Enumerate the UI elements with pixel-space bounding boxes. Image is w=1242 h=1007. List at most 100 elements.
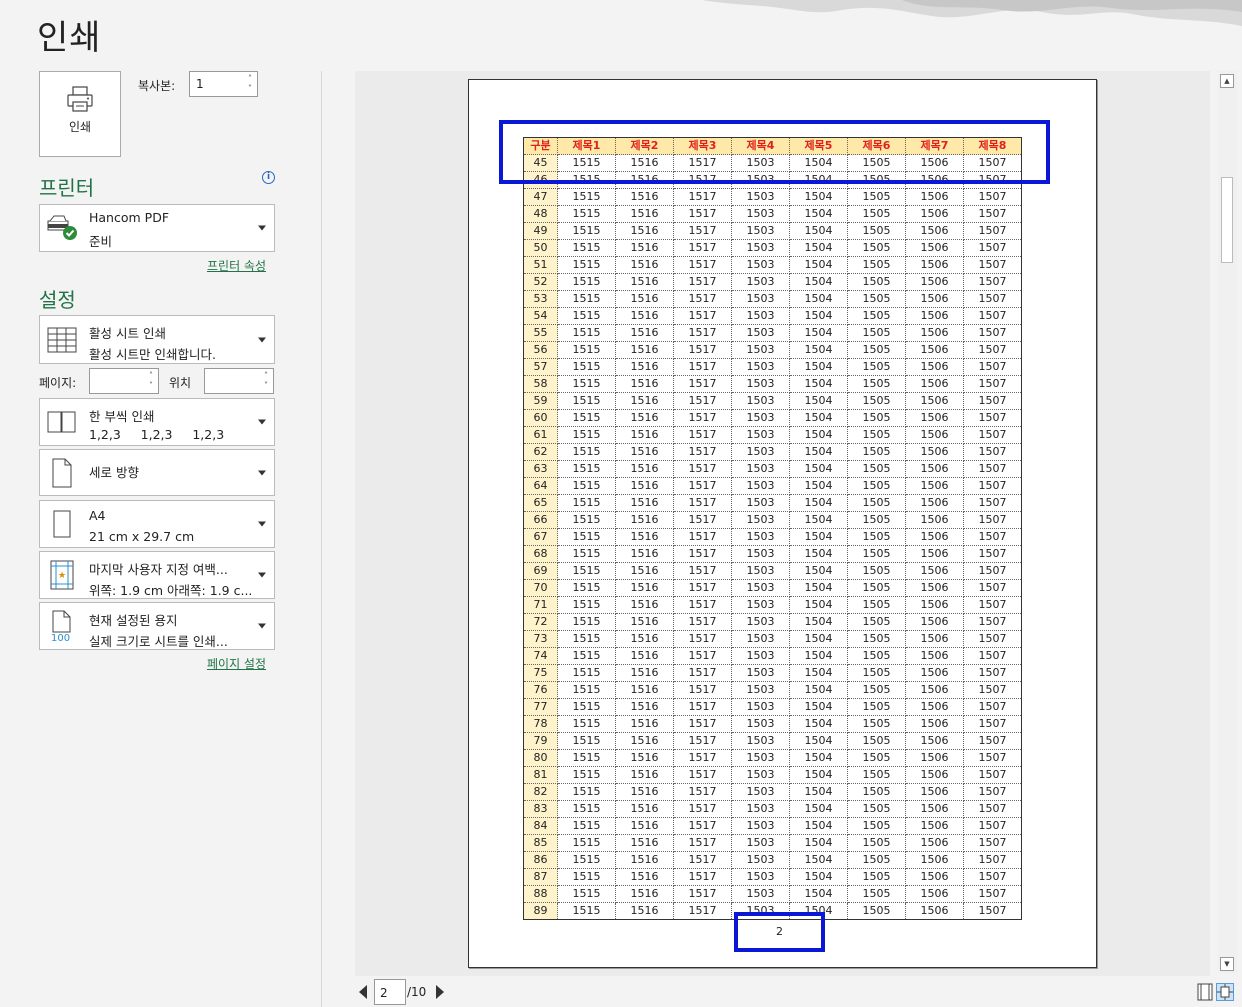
value-cell: 1505: [847, 868, 906, 886]
value-cell: 1504: [789, 307, 848, 325]
value-cell: 1517: [673, 902, 732, 920]
printer-properties-link[interactable]: 프린터 속성: [207, 257, 266, 274]
value-cell: 1503: [731, 188, 790, 206]
value-cell: 1517: [673, 715, 732, 733]
value-cell: 1504: [789, 698, 848, 716]
current-page-input[interactable]: 2: [374, 979, 406, 1005]
row-label-cell: 68: [523, 545, 558, 563]
value-cell: 1504: [789, 324, 848, 342]
value-cell: 1515: [557, 528, 616, 546]
value-cell: 1505: [847, 766, 906, 784]
row-label-cell: 74: [523, 647, 558, 665]
value-cell: 1516: [615, 766, 674, 784]
value-cell: 1504: [789, 222, 848, 240]
value-cell: 1507: [963, 358, 1022, 376]
value-cell: 1503: [731, 817, 790, 835]
paper-size-dropdown[interactable]: A4 21 cm x 29.7 cm: [39, 500, 275, 548]
value-cell: 1504: [789, 341, 848, 359]
collation-dropdown[interactable]: 한 부씩 인쇄 1,2,3 1,2,3 1,2,3: [39, 398, 275, 446]
row-label-cell: 55: [523, 324, 558, 342]
value-cell: 1515: [557, 392, 616, 410]
scaling-dropdown[interactable]: 100 현재 설정된 용지 실제 크기로 시트를 인쇄...: [39, 602, 275, 650]
row-label-cell: 48: [523, 205, 558, 223]
value-cell: 1516: [615, 902, 674, 920]
scaling-icon: 100: [45, 610, 79, 644]
pages-from-input[interactable]: ˄ ˅: [89, 368, 159, 394]
value-cell: 1516: [615, 783, 674, 801]
spinner-arrows-icon[interactable]: ˄ ˅: [262, 371, 270, 391]
print-what-dropdown[interactable]: 활성 시트 인쇄 활성 시트만 인쇄합니다.: [39, 315, 275, 364]
collated-pages-icon: [45, 407, 79, 437]
value-cell: 1507: [963, 222, 1022, 240]
next-page-icon[interactable]: [436, 985, 444, 999]
value-cell: 1516: [615, 205, 674, 223]
row-label-cell: 51: [523, 256, 558, 274]
value-cell: 1507: [963, 715, 1022, 733]
previous-page-icon[interactable]: [359, 985, 367, 999]
value-cell: 1516: [615, 188, 674, 206]
orientation-dropdown[interactable]: 세로 방향: [39, 449, 275, 496]
value-cell: 1504: [789, 681, 848, 699]
value-cell: 1504: [789, 613, 848, 631]
value-cell: 1505: [847, 443, 906, 461]
scroll-up-icon[interactable]: ▲: [1220, 74, 1234, 88]
value-cell: 1505: [847, 732, 906, 750]
chevron-down-icon: [258, 623, 266, 629]
value-cell: 1516: [615, 596, 674, 614]
value-cell: 1504: [789, 766, 848, 784]
print-what-subtitle: 활성 시트만 인쇄합니다.: [89, 347, 216, 362]
margins-dropdown[interactable]: ★ 마지막 사용자 지정 여백... 위쪽: 1.9 cm 아래쪽: 1.9 c…: [39, 551, 275, 599]
value-cell: 1503: [731, 613, 790, 631]
value-cell: 1516: [615, 800, 674, 818]
value-cell: 1504: [789, 851, 848, 869]
preview-sheet-table: 구분 제목1 제목2 제목3 제목4 제목5 제목6 제목7 제목8 45 1515 1516 151…: [523, 137, 1022, 920]
value-cell: 1515: [557, 766, 616, 784]
value-cell: 1503: [731, 630, 790, 648]
zoom-to-page-icon[interactable]: [1216, 983, 1234, 1001]
value-cell: 1503: [731, 375, 790, 393]
value-cell: 1503: [731, 664, 790, 682]
value-cell: 1516: [615, 817, 674, 835]
pages-to-input[interactable]: ˄ ˅: [204, 368, 274, 394]
row-label-cell: 60: [523, 409, 558, 427]
value-cell: 1504: [789, 545, 848, 563]
spinner-arrows-icon[interactable]: ˄ ˅: [246, 74, 254, 94]
chevron-down-icon: [258, 470, 266, 475]
value-cell: 1505: [847, 341, 906, 359]
paper-size-title: A4: [89, 508, 106, 523]
copies-spinner[interactable]: 1 ˄ ˅: [189, 71, 258, 97]
value-cell: 1503: [731, 579, 790, 597]
preview-scrollbar[interactable]: ▲ ▼: [1218, 71, 1237, 973]
value-cell: 1505: [847, 273, 906, 291]
value-cell: 1505: [847, 715, 906, 733]
value-cell: 1503: [731, 494, 790, 512]
row-label-cell: 69: [523, 562, 558, 580]
show-margins-icon[interactable]: [1196, 983, 1214, 1001]
printer-dropdown[interactable]: Hancom PDF 준비: [39, 204, 275, 252]
value-cell: 1515: [557, 443, 616, 461]
value-cell: 1516: [615, 392, 674, 410]
print-button[interactable]: 인쇄: [39, 71, 121, 157]
value-cell: 1504: [789, 409, 848, 427]
value-cell: 1515: [557, 307, 616, 325]
row-label-cell: 63: [523, 460, 558, 478]
value-cell: 1504: [789, 800, 848, 818]
table-row: 70 1515 1516 1517 1503 1504 1505 1506 1507: [523, 579, 1022, 597]
value-cell: 1503: [731, 545, 790, 563]
spinner-arrows-icon[interactable]: ˄ ˅: [147, 371, 155, 391]
info-icon[interactable]: i: [262, 171, 275, 184]
page-setup-link[interactable]: 페이지 설정: [207, 655, 266, 672]
value-cell: 1517: [673, 528, 732, 546]
value-cell: 1515: [557, 511, 616, 529]
print-what-title: 활성 시트 인쇄: [89, 326, 166, 341]
row-label-cell: 72: [523, 613, 558, 631]
value-cell: 1516: [615, 426, 674, 444]
row-label-cell: 80: [523, 749, 558, 767]
value-cell: 1505: [847, 409, 906, 427]
value-cell: 1503: [731, 885, 790, 903]
scroll-down-icon[interactable]: ▼: [1220, 957, 1234, 971]
value-cell: 1506: [905, 392, 964, 410]
scrollbar-thumb[interactable]: [1221, 177, 1233, 263]
value-cell: 1516: [615, 613, 674, 631]
value-cell: 1517: [673, 511, 732, 529]
